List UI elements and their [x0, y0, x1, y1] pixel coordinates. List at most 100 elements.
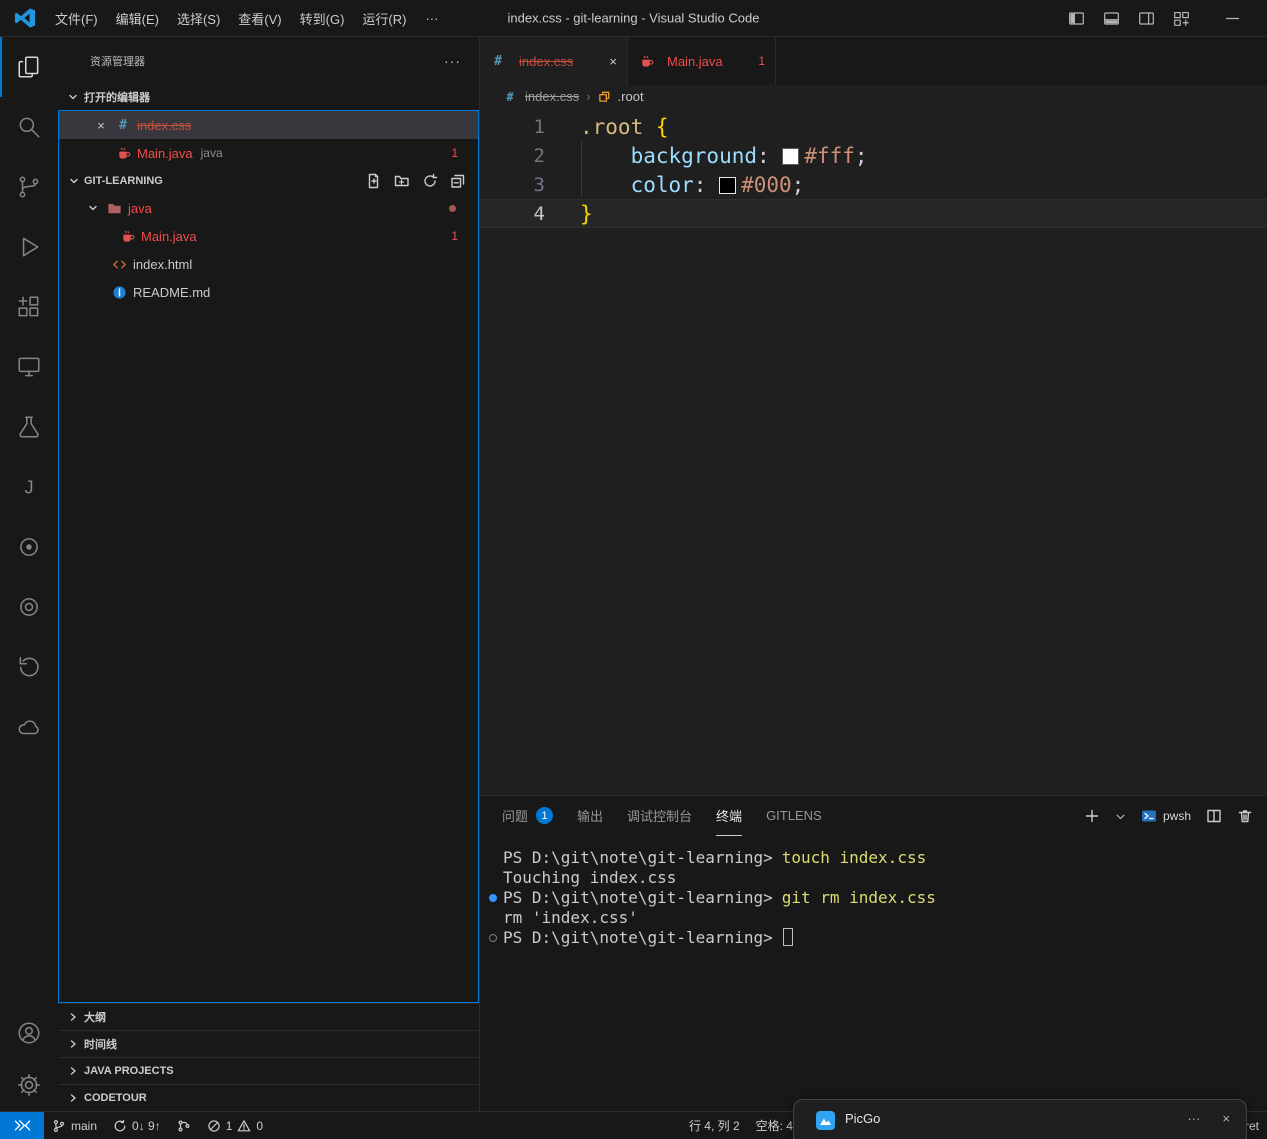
- activity-testing[interactable]: [0, 397, 58, 457]
- tab-bar: # index.css × Main.java 1: [480, 37, 1267, 85]
- panel-tab-terminal[interactable]: 终端: [716, 796, 742, 836]
- panel-tab-debug-console[interactable]: 调试控制台: [627, 796, 692, 836]
- activity-explorer[interactable]: [0, 37, 58, 97]
- activity-bar: J: [0, 37, 58, 1111]
- code-line-4-current: 4 }: [480, 199, 1267, 228]
- open-editor-item-indexcss[interactable]: × # index.css: [59, 111, 478, 139]
- remote-indicator[interactable]: [0, 1112, 44, 1139]
- terminal-view[interactable]: PS D:\git\note\git-learning>touch index.…: [480, 836, 1267, 1111]
- cursor-position-item[interactable]: 行 4, 列 2: [681, 1112, 748, 1139]
- css-file-icon: #: [490, 53, 506, 69]
- menu-more-icon[interactable]: ···: [415, 7, 448, 30]
- terminal-instance-pwsh[interactable]: pwsh: [1141, 808, 1191, 824]
- project-section-header[interactable]: GIT-LEARNING: [59, 167, 478, 194]
- activity-history[interactable]: [0, 637, 58, 697]
- problem-count-badge: 1: [451, 229, 478, 243]
- line-number: 1: [480, 116, 545, 138]
- new-folder-icon[interactable]: [394, 173, 410, 189]
- tree-item-label: index.html: [133, 257, 192, 272]
- section-outline[interactable]: 大纲: [58, 1003, 479, 1030]
- customize-layout-icon[interactable]: [1173, 10, 1190, 27]
- menu-selection[interactable]: 选择(S): [168, 5, 229, 32]
- terminal-dropdown-chevron-icon[interactable]: [1115, 811, 1126, 822]
- code-line-1: 1 .root {: [480, 112, 1267, 141]
- activity-cloud[interactable]: [0, 697, 58, 757]
- activity-run-debug[interactable]: [0, 217, 58, 277]
- code-editor[interactable]: 1 .root { 2 background: #fff; 3 color: #…: [480, 108, 1267, 795]
- tree-item-mainjava[interactable]: Main.java 1: [59, 222, 478, 250]
- minimize-button[interactable]: [1224, 10, 1241, 27]
- toggle-secondary-sidebar-icon[interactable]: [1138, 10, 1155, 27]
- breadcrumbs: # index.css › .root: [480, 85, 1267, 108]
- commit-graph-item[interactable]: [169, 1112, 199, 1139]
- open-editors-label: 打开的编辑器: [84, 89, 150, 105]
- command-pending-decoration[interactable]: [489, 934, 497, 942]
- tree-item-readme[interactable]: README.md: [59, 278, 478, 306]
- menu-view[interactable]: 查看(V): [229, 5, 290, 32]
- git-sync-item[interactable]: 0↓ 9↑: [105, 1112, 169, 1139]
- window-title: index.css - git-learning - Visual Studio…: [508, 11, 760, 26]
- line-number: 2: [480, 145, 545, 167]
- chevron-down-icon: [88, 203, 98, 213]
- tree-empty-space[interactable]: [59, 306, 478, 1002]
- menu-goto[interactable]: 转到(G): [291, 5, 354, 32]
- section-codetour[interactable]: CODETOUR: [58, 1084, 479, 1111]
- panel-tab-problems[interactable]: 问题 1: [502, 796, 553, 836]
- picgo-logo-icon: [816, 1111, 835, 1130]
- problems-item[interactable]: 1 0: [199, 1112, 271, 1139]
- menu-file[interactable]: 文件(F): [46, 5, 107, 32]
- kill-terminal-trash-icon[interactable]: [1237, 808, 1253, 824]
- problems-count-badge: 1: [536, 807, 553, 824]
- panel-tab-gitlens[interactable]: GITLENS: [766, 796, 822, 836]
- panel-tab-output[interactable]: 输出: [577, 796, 603, 836]
- tab-mainjava[interactable]: Main.java 1: [628, 37, 776, 85]
- activity-record[interactable]: [0, 577, 58, 637]
- close-icon[interactable]: ×: [93, 118, 109, 133]
- toggle-sidebar-icon[interactable]: [1068, 10, 1085, 27]
- activity-extensions[interactable]: [0, 277, 58, 337]
- section-timeline[interactable]: 时间线: [58, 1030, 479, 1057]
- menu-edit[interactable]: 编辑(E): [107, 5, 168, 32]
- command-success-decoration[interactable]: [489, 894, 497, 902]
- tab-indexcss[interactable]: # index.css ×: [480, 37, 628, 85]
- activity-source-control[interactable]: [0, 157, 58, 217]
- settings-button[interactable]: [0, 1059, 58, 1111]
- panel-tab-bar: 问题 1 输出 调试控制台 终端 GITLENS pwsh: [480, 796, 1267, 836]
- html-file-icon: [111, 256, 127, 272]
- color-swatch-white[interactable]: [782, 148, 799, 165]
- cloud-icon: [16, 714, 42, 740]
- collapse-all-icon[interactable]: [450, 173, 466, 189]
- tree-item-indexhtml[interactable]: index.html: [59, 250, 478, 278]
- picgo-notification-toast[interactable]: PicGo ··· ×: [793, 1099, 1247, 1139]
- section-label: 时间线: [84, 1036, 117, 1052]
- activity-gradle[interactable]: [0, 517, 58, 577]
- menu-run[interactable]: 运行(R): [353, 5, 415, 32]
- new-terminal-icon[interactable]: [1084, 808, 1100, 824]
- breadcrumb-symbol[interactable]: .root: [618, 89, 644, 104]
- git-branch-item[interactable]: main: [44, 1112, 105, 1139]
- open-editors-header[interactable]: 打开的编辑器: [58, 84, 479, 110]
- breadcrumb-file[interactable]: index.css: [525, 89, 579, 104]
- chevron-right-icon: [68, 1093, 78, 1103]
- activity-java[interactable]: J: [0, 457, 58, 517]
- warning-icon: [237, 1119, 251, 1133]
- toggle-panel-icon[interactable]: [1103, 10, 1120, 27]
- tree-item-folder-java[interactable]: java: [59, 194, 478, 222]
- accounts-button[interactable]: [0, 1007, 58, 1059]
- split-terminal-icon[interactable]: [1206, 808, 1222, 824]
- remote-icon: [15, 1118, 30, 1133]
- activity-search[interactable]: [0, 97, 58, 157]
- close-icon[interactable]: ×: [609, 54, 617, 69]
- open-editor-item-mainjava[interactable]: Main.java java 1: [59, 139, 478, 167]
- notification-more-icon[interactable]: ···: [1187, 1111, 1200, 1126]
- code-line-2: 2 background: #fff;: [480, 141, 1267, 170]
- tab-problem-badge: 1: [758, 54, 765, 68]
- activity-remote-explorer[interactable]: [0, 337, 58, 397]
- notification-close-icon[interactable]: ×: [1222, 1111, 1230, 1126]
- color-swatch-black[interactable]: [719, 177, 736, 194]
- refresh-icon[interactable]: [422, 173, 438, 189]
- new-file-icon[interactable]: [366, 173, 382, 189]
- graph-icon: [177, 1119, 191, 1133]
- views-more-icon[interactable]: ···: [444, 53, 461, 69]
- section-java-projects[interactable]: JAVA PROJECTS: [58, 1057, 479, 1084]
